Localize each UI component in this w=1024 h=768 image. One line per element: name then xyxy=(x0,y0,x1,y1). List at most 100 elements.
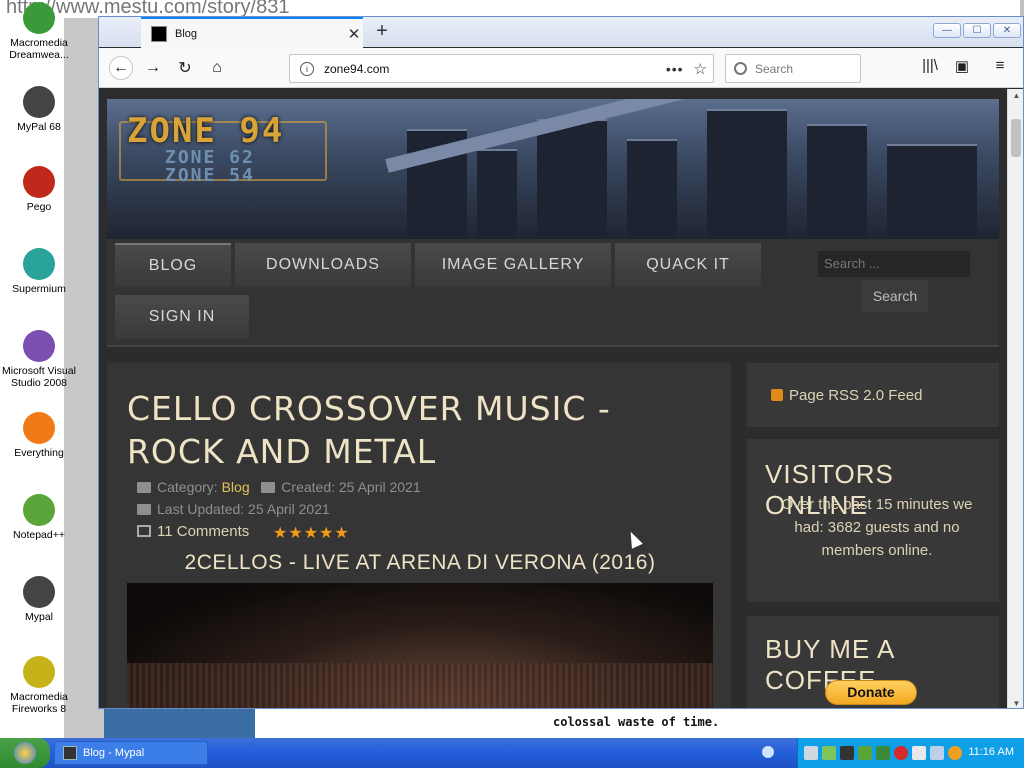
desktop-icon[interactable]: Everything xyxy=(0,412,78,459)
minimize-button[interactable]: — xyxy=(933,23,961,38)
desktop-icon-label: Pego xyxy=(26,201,52,213)
tray-icon-9[interactable] xyxy=(948,746,962,760)
page-scrollbar[interactable]: ▲ ▼ xyxy=(1007,89,1023,708)
site-search-button[interactable]: Search xyxy=(862,280,928,312)
scrollbar-thumb[interactable] xyxy=(1011,119,1021,157)
desktop-icon-label: Macromedia Dreamwea... xyxy=(9,37,69,61)
background-document-text: colossal waste of time. xyxy=(553,715,720,729)
tray-icon-1[interactable] xyxy=(804,746,818,760)
video-player[interactable] xyxy=(127,583,713,708)
category-link[interactable]: Blog xyxy=(222,479,250,495)
desktop-app-icon xyxy=(23,412,55,444)
start-button[interactable] xyxy=(0,738,50,768)
banner-building xyxy=(887,144,977,239)
bookmark-star-icon[interactable]: ☆ xyxy=(694,60,707,78)
reload-icon[interactable]: ↻ xyxy=(173,56,197,80)
desktop-app-icon xyxy=(23,86,55,118)
tab-close-icon[interactable]: ✕ xyxy=(345,25,363,43)
desktop-icon[interactable]: Macromedia Dreamwea... xyxy=(0,2,78,61)
tray-icon-8[interactable] xyxy=(930,746,944,760)
menu-item-image-gallery[interactable]: IMAGE GALLERY xyxy=(415,243,611,287)
desktop-icon[interactable]: Mypal xyxy=(0,576,78,623)
desktop-icon[interactable]: Notepad++ xyxy=(0,494,78,541)
library-icon[interactable]: |||\ xyxy=(919,57,941,79)
page-viewport: ZONE 94 ZONE 62 ZONE 54 BLOG DOWNLOADS I… xyxy=(99,89,1011,708)
back-arrow-icon[interactable]: ← xyxy=(109,56,133,80)
desktop-app-icon xyxy=(23,330,55,362)
favicon-icon xyxy=(151,25,167,42)
logo-sub-line-2: ZONE 54 xyxy=(165,165,255,186)
taskbar-item-mypal[interactable]: Blog - Mypal xyxy=(54,741,208,765)
article-updated: Last Updated: 25 April 2021 xyxy=(137,501,330,517)
browser-search-input[interactable]: Search xyxy=(725,54,861,83)
browser-search-placeholder: Search xyxy=(755,61,794,76)
desktop-app-icon xyxy=(23,2,55,34)
new-tab-icon[interactable]: + xyxy=(371,20,393,43)
desktop-icon[interactable]: Macromedia Fireworks 8 xyxy=(0,656,78,715)
browser-window: Blog ✕ + — ☐ ✕ ← → ↻ ⌂ i zone94.com ••• … xyxy=(98,16,1024,709)
menu-item-quack-it[interactable]: QUACK IT xyxy=(615,243,761,287)
site-logo[interactable]: ZONE 94 xyxy=(127,111,284,151)
rating-stars[interactable]: ★★★★★ xyxy=(273,523,350,543)
rss-module: Page RSS 2.0 Feed xyxy=(747,363,999,427)
maximize-button[interactable]: ☐ xyxy=(963,23,991,38)
search-icon xyxy=(734,62,747,75)
menu-item-downloads[interactable]: DOWNLOADS xyxy=(235,243,411,287)
rss-label[interactable]: Page RSS 2.0 Feed xyxy=(789,387,922,404)
desktop-icon-label: Microsoft Visual Studio 2008 xyxy=(2,365,76,389)
comments-link[interactable]: 11 Comments xyxy=(137,523,249,540)
tray-expand-icon[interactable] xyxy=(762,746,774,758)
site-info-icon[interactable]: i xyxy=(300,61,314,76)
menu-item-sign-in[interactable]: SIGN IN xyxy=(115,295,249,339)
menu-hamburger-icon[interactable]: ≡ xyxy=(989,57,1011,79)
task-favicon-icon xyxy=(63,746,77,760)
scroll-up-icon[interactable]: ▲ xyxy=(1008,91,1023,100)
banner-building xyxy=(537,119,607,239)
forward-arrow-icon[interactable]: → xyxy=(141,56,165,80)
created-date: Created: 25 April 2021 xyxy=(281,479,421,495)
calendar-icon xyxy=(137,504,151,515)
desktop-icon[interactable]: MyPal 68 xyxy=(0,86,78,133)
site-logo-sub: ZONE 62 ZONE 54 xyxy=(165,149,255,185)
site-search-input[interactable]: Search ... xyxy=(818,251,970,277)
tray-icon-6[interactable] xyxy=(894,746,908,760)
windows-logo-icon xyxy=(14,742,36,764)
sidebar-icon[interactable]: ▣ xyxy=(951,57,973,79)
tray-icon-5[interactable] xyxy=(876,746,890,760)
article-category: Category: Blog Created: 25 April 2021 xyxy=(137,479,421,495)
tray-icon-4[interactable] xyxy=(858,746,872,760)
tab-blog[interactable]: Blog ✕ xyxy=(141,17,363,48)
page-actions-icon[interactable]: ••• xyxy=(666,61,684,77)
tray-icon-7[interactable] xyxy=(912,746,926,760)
home-icon[interactable]: ⌂ xyxy=(205,56,229,80)
category-label: Category: xyxy=(157,479,218,495)
url-bar[interactable]: i zone94.com ••• ☆ xyxy=(289,54,714,83)
desktop-icon-label: Supermium xyxy=(12,283,66,295)
visitors-module: VISITORS ONLINE Over the past 15 minutes… xyxy=(747,439,999,602)
banner-building xyxy=(477,149,517,239)
desktop-icon[interactable]: Supermium xyxy=(0,248,78,295)
rss-link[interactable]: Page RSS 2.0 Feed xyxy=(771,387,922,404)
desktop-icon[interactable]: Pego xyxy=(0,166,78,213)
updated-date: Last Updated: 25 April 2021 xyxy=(157,501,330,517)
visitors-text: Over the past 15 minutes we had: 3682 gu… xyxy=(781,496,973,559)
tray-icon-2[interactable] xyxy=(822,746,836,760)
tray-icon-3[interactable] xyxy=(840,746,854,760)
video-frame-crowd xyxy=(127,663,713,708)
scroll-down-icon[interactable]: ▼ xyxy=(1008,699,1023,708)
donate-button[interactable]: Donate xyxy=(825,680,917,705)
banner-building xyxy=(627,139,677,239)
desktop-icon-label: Mypal xyxy=(24,611,53,623)
clock[interactable]: 11:16 AM xyxy=(968,746,1014,758)
menu-item-blog[interactable]: BLOG xyxy=(115,243,231,287)
comments-count[interactable]: 11 Comments xyxy=(157,523,249,540)
article-title[interactable]: CELLO CROSSOVER MUSIC - ROCK AND METAL xyxy=(127,387,707,473)
desktop-app-icon xyxy=(23,166,55,198)
title-bar: Blog ✕ + — ☐ ✕ xyxy=(99,17,1023,48)
system-tray: 11:16 AM xyxy=(797,738,1024,768)
desktop-icon[interactable]: Microsoft Visual Studio 2008 xyxy=(0,330,78,389)
close-window-button[interactable]: ✕ xyxy=(993,23,1021,38)
desktop-app-icon xyxy=(23,576,55,608)
banner-building xyxy=(807,124,867,239)
url-text[interactable]: zone94.com xyxy=(324,62,666,76)
